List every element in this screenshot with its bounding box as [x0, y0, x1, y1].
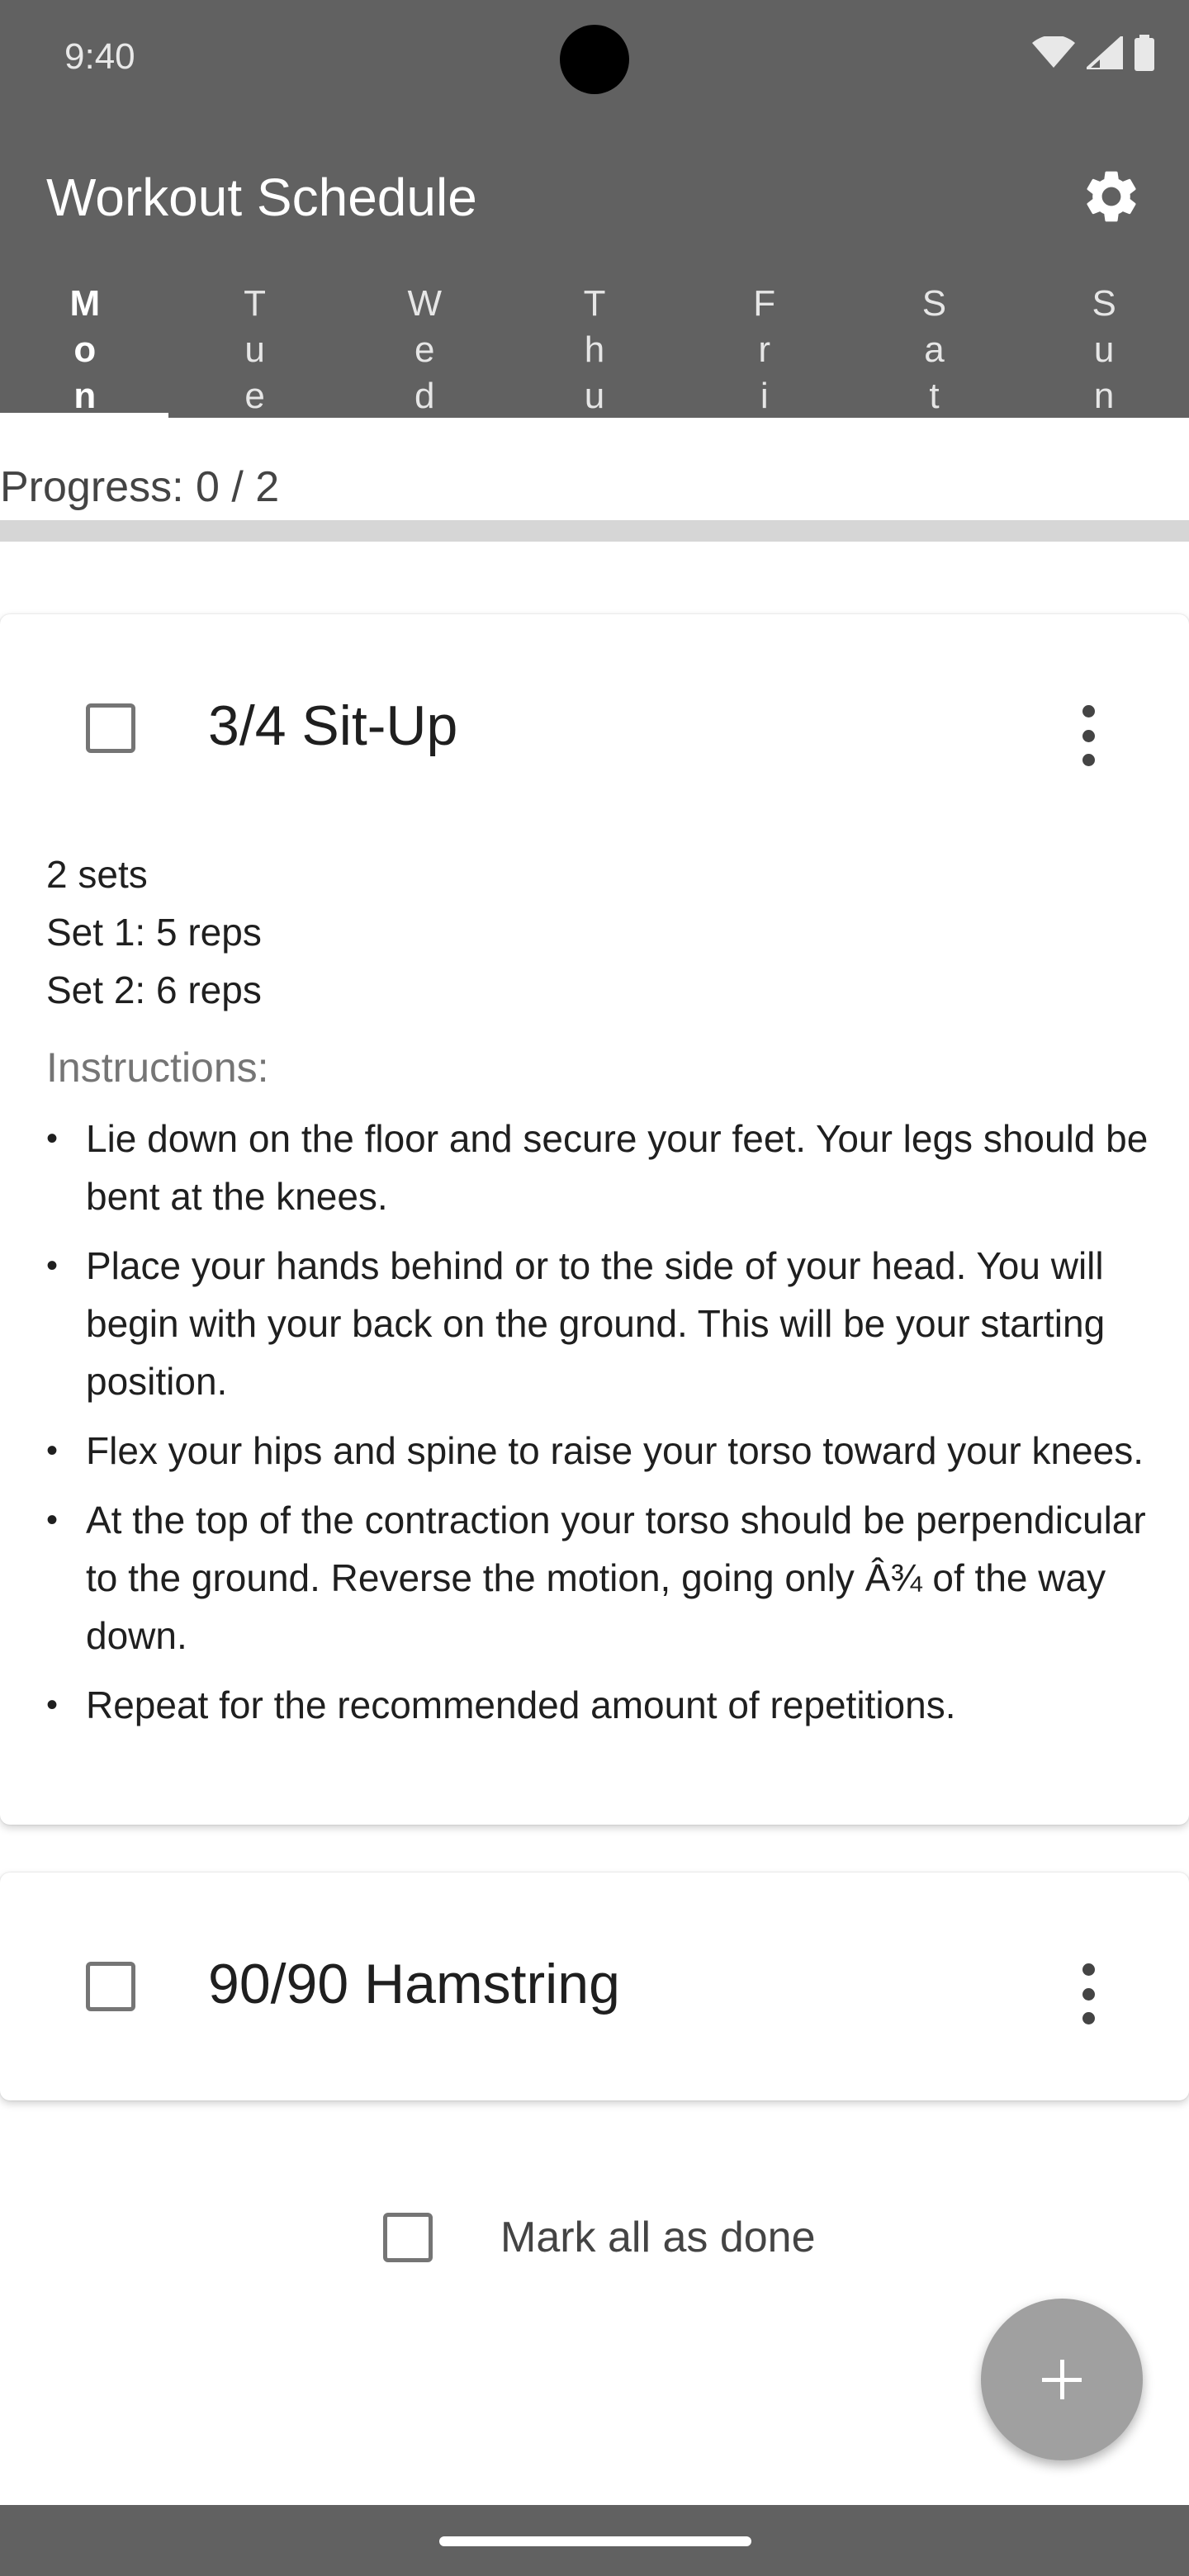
add-exercise-button[interactable]: [981, 2299, 1143, 2460]
progress-text: Progress: 0 / 2: [0, 463, 280, 511]
tab-char: n: [73, 376, 97, 416]
tab-char: F: [753, 283, 776, 324]
instruction-item: Flex your hips and spine to raise your t…: [46, 1422, 1153, 1480]
more-vert-icon[interactable]: [1080, 705, 1097, 766]
tab-char: d: [414, 376, 435, 416]
exercise-checkbox[interactable]: [86, 703, 135, 753]
exercise-title: 90/90 Hamstring: [208, 1953, 620, 2015]
tab-char: o: [73, 329, 97, 370]
tab-char: e: [414, 329, 435, 370]
set-line: Set 1: 5 reps: [46, 911, 262, 954]
tab-day[interactable]: Wed: [339, 281, 509, 418]
tab-char: h: [584, 329, 605, 370]
mark-all-checkbox[interactable]: [383, 2213, 433, 2262]
tab-char: T: [244, 283, 267, 324]
tab-char: W: [407, 283, 443, 324]
tab-day[interactable]: Sat: [850, 281, 1020, 418]
tab-char: a: [924, 329, 945, 370]
instruction-item: Lie down on the floor and secure your fe…: [46, 1110, 1153, 1225]
tab-char: u: [244, 329, 265, 370]
tab-day[interactable]: Tue: [170, 281, 340, 418]
home-handle[interactable]: [439, 2536, 751, 2546]
status-time: 9:40: [64, 36, 135, 77]
settings-button[interactable]: [1080, 165, 1143, 228]
tab-char: S: [1092, 283, 1116, 324]
exercise-title: 3/4 Sit-Up: [208, 694, 458, 757]
camera-cutout: [560, 25, 629, 94]
exercise-card-sit-up: 3/4 Sit-Up 2 sets Set 1: 5 reps Set 2: 6…: [0, 614, 1189, 1825]
tab-day[interactable]: Thu: [509, 281, 680, 418]
tab-char: i: [760, 376, 769, 416]
more-vert-icon[interactable]: [1080, 1963, 1097, 2024]
tab-indicator: [0, 413, 168, 418]
app-bar: Workout Schedule MonTueWedThuFriSatSun: [0, 124, 1189, 418]
status-icons: [1032, 35, 1154, 71]
tab-char: S: [921, 283, 947, 324]
tab-day[interactable]: Mon: [0, 281, 170, 418]
mark-all-label: Mark all as done: [500, 2214, 816, 2261]
progress-bar: [0, 520, 1189, 542]
gear-icon: [1087, 171, 1136, 222]
wifi-icon: [1032, 36, 1075, 68]
tab-char: T: [583, 283, 606, 324]
tab-char: e: [244, 376, 265, 416]
tab-char: u: [1093, 329, 1115, 370]
tab-char: r: [758, 329, 771, 370]
instruction-item: Place your hands behind or to the side o…: [46, 1237, 1153, 1410]
tab-char: u: [584, 376, 605, 416]
tab-char: M: [69, 283, 101, 324]
navigation-bar: [0, 2505, 1189, 2576]
instructions-list: Lie down on the floor and secure your fe…: [46, 1110, 1153, 1745]
tab-char: t: [929, 376, 940, 416]
status-bar: 9:40: [0, 0, 1189, 124]
sets-info: 2 sets Set 1: 5 reps Set 2: 6 reps: [46, 845, 262, 1019]
sets-summary: 2 sets: [46, 853, 148, 896]
tab-day[interactable]: Fri: [680, 281, 850, 418]
day-tabs: MonTueWedThuFriSatSun: [0, 281, 1189, 418]
signal-icon: [1087, 36, 1123, 69]
set-line: Set 2: 6 reps: [46, 968, 262, 1011]
instruction-item: Repeat for the recommended amount of rep…: [46, 1676, 1153, 1734]
tab-day[interactable]: Sun: [1019, 281, 1189, 418]
battery-icon: [1135, 35, 1154, 71]
app-title: Workout Schedule: [46, 168, 477, 227]
instructions-label: Instructions:: [46, 1044, 269, 1091]
exercise-card-hamstring: 90/90 Hamstring: [0, 1873, 1189, 2100]
mark-all-done[interactable]: Mark all as done: [383, 2213, 816, 2262]
tab-char: n: [1093, 376, 1115, 416]
exercise-checkbox[interactable]: [86, 1962, 135, 2011]
instruction-item: At the top of the contraction your torso…: [46, 1491, 1153, 1664]
